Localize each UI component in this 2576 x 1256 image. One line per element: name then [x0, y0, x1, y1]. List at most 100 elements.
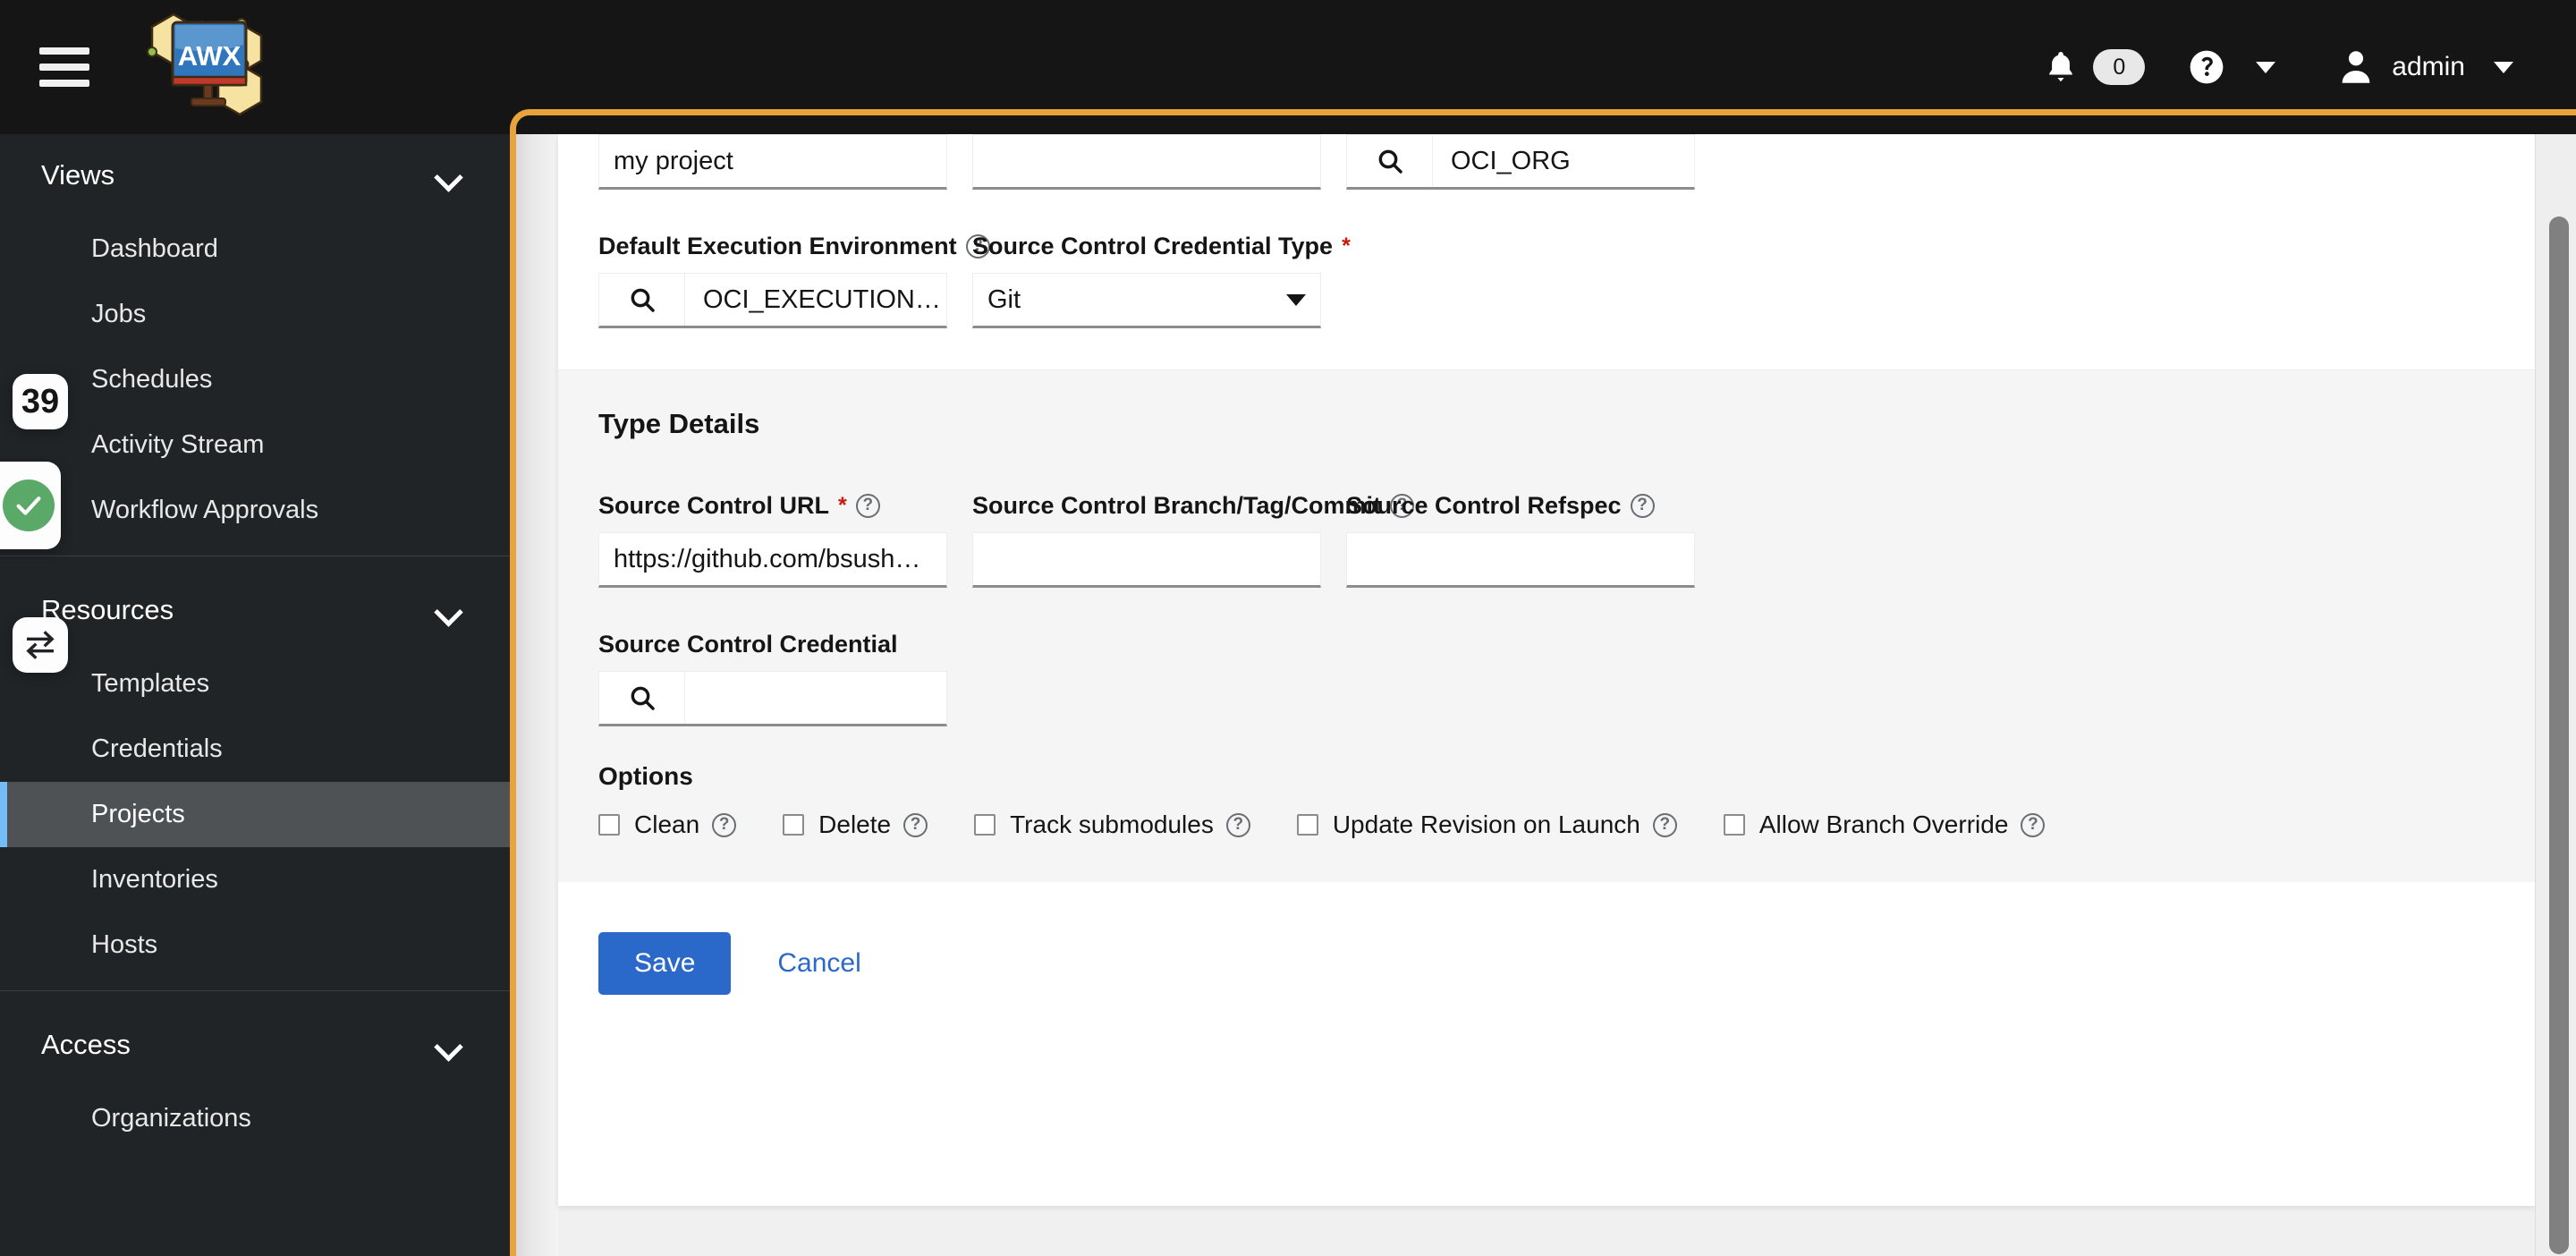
green-check-circle-icon	[3, 479, 55, 531]
options-title: Options	[598, 762, 693, 790]
sidebar-item-inventories[interactable]: Inventories	[0, 847, 510, 912]
scm-refspec-field-group: Source Control Refspec ?	[1346, 492, 1695, 588]
scm-refspec-label: Source Control Refspec ?	[1346, 492, 1695, 520]
question-circle-icon[interactable]: ?	[2021, 812, 2046, 837]
form-row-second: Default Execution Environment ? OCI_EXEC…	[558, 190, 2535, 369]
scm-credential-type-field-group: Source Control Credential Type * Git	[972, 233, 1351, 328]
user-avatar-icon	[2342, 51, 2370, 83]
sidebar-section-views-label: Views	[41, 159, 115, 191]
project-name-field-group: my project	[598, 134, 947, 190]
scm-credential-field-group: Source Control Credential	[598, 631, 947, 726]
option-track-submodules[interactable]: Track submodules ?	[974, 810, 1250, 839]
sidebar-section-access[interactable]: Access	[0, 1004, 510, 1086]
track-submodules-checkbox[interactable]	[974, 814, 996, 836]
question-circle-icon[interactable]: ?	[712, 812, 737, 837]
help-menu-caret-down-icon[interactable]	[2247, 53, 2284, 82]
question-circle-icon[interactable]: ?	[1225, 812, 1250, 837]
sidebar-item-label: Hosts	[91, 930, 158, 959]
sidebar-item-label: Credentials	[91, 734, 223, 763]
option-delete[interactable]: Delete ?	[783, 810, 928, 839]
allow-branch-override-checkbox[interactable]	[1723, 814, 1745, 836]
chevron-down-icon	[436, 1033, 460, 1057]
scm-url-value: https://github.com/bsushant-athena/ansib…	[614, 544, 932, 573]
sidebar-item-credentials[interactable]: Credentials	[0, 717, 510, 782]
type-details-section: Type Details Source Control URL * ? http…	[558, 369, 2535, 882]
content-left-edge-strip	[510, 134, 558, 1256]
project-edit-form-card: my project OCI_ORG Default Execution Env…	[558, 134, 2535, 1206]
sidebar-section-views[interactable]: Views	[0, 134, 510, 216]
required-asterisk: *	[838, 493, 847, 518]
sidebar-item-label: Dashboard	[91, 234, 218, 263]
search-icon[interactable]	[1347, 135, 1433, 187]
bell-icon[interactable]	[2034, 40, 2088, 94]
vertical-scrollbar-thumb[interactable]	[2549, 216, 2569, 1254]
option-label: Track submodules	[1010, 810, 1214, 838]
sidebar-section-resources[interactable]: Resources	[0, 569, 510, 651]
sidebar-section-access-label: Access	[41, 1029, 131, 1060]
scm-url-input[interactable]: https://github.com/bsushant-athena/ansib…	[598, 532, 947, 588]
cancel-button[interactable]: Cancel	[777, 948, 860, 979]
vertical-scrollbar-track[interactable]	[2535, 134, 2576, 1256]
sidebar-item-label: Templates	[91, 669, 210, 698]
project-organization-input[interactable]: OCI_ORG	[1346, 134, 1695, 190]
scm-credential-label-text: Source Control Credential	[598, 631, 898, 658]
project-name-input[interactable]: my project	[598, 134, 947, 190]
scm-credential-type-label: Source Control Credential Type *	[972, 233, 1351, 260]
second-row-spacer	[1346, 233, 1695, 328]
scm-credential-input[interactable]	[598, 671, 947, 726]
clean-checkbox[interactable]	[598, 814, 620, 836]
search-icon[interactable]	[599, 672, 685, 724]
sidebar-item-jobs[interactable]: Jobs	[0, 282, 510, 347]
question-circle-icon[interactable]: ?	[1652, 812, 1677, 837]
user-menu-caret-down-icon[interactable]	[2485, 53, 2522, 82]
scm-branch-input[interactable]	[972, 532, 1321, 588]
update-revision-on-launch-checkbox[interactable]	[1296, 814, 1318, 836]
question-circle-icon[interactable]: ?	[1630, 494, 1655, 518]
awx-logo[interactable]: AWX	[132, 9, 302, 125]
sidebar-item-templates[interactable]: Templates	[0, 651, 510, 717]
sidebar-divider	[0, 990, 510, 991]
notification-count-badge[interactable]: 0	[2093, 49, 2146, 85]
type-details-title: Type Details	[598, 408, 760, 439]
sidebar-item-organizations[interactable]: Organizations	[0, 1086, 510, 1151]
sidebar-item-dashboard[interactable]: Dashboard	[0, 216, 510, 282]
option-clean[interactable]: Clean ?	[598, 810, 737, 839]
search-icon[interactable]	[599, 274, 685, 326]
scm-refspec-input[interactable]	[1346, 532, 1695, 588]
execution-environment-field-group: Default Execution Environment ? OCI_EXEC…	[598, 233, 990, 328]
project-organization-value: OCI_ORG	[1451, 146, 1571, 175]
delete-checkbox[interactable]	[783, 814, 805, 836]
save-button[interactable]: Save	[598, 932, 732, 995]
overlay-swap-card[interactable]	[13, 617, 68, 673]
sidebar-item-projects[interactable]: Projects	[0, 782, 510, 847]
option-update-revision-on-launch[interactable]: Update Revision on Launch ?	[1296, 810, 1677, 839]
svg-text:AWX: AWX	[178, 40, 242, 72]
question-circle-icon[interactable]: ?	[855, 494, 880, 518]
option-label: Clean	[634, 810, 700, 838]
question-circle-icon[interactable]: ?	[903, 812, 928, 837]
sidebar-item-schedules[interactable]: Schedules	[0, 347, 510, 412]
options-checkbox-row: Clean ? Delete ? Track submodules ? Upda…	[598, 810, 2495, 839]
type-details-row-1: Source Control URL * ? https://github.co…	[598, 492, 2495, 588]
question-circle-icon[interactable]	[2186, 47, 2227, 88]
scm-url-label: Source Control URL * ?	[598, 492, 947, 520]
sidebar-item-workflow-approvals[interactable]: Workflow Approvals	[0, 478, 510, 543]
project-description-input[interactable]	[972, 134, 1321, 190]
user-menu[interactable]: admin	[2338, 48, 2465, 86]
swap-arrows-icon	[26, 631, 55, 659]
masthead-actions: 0 admin	[2034, 40, 2522, 94]
scm-credential-type-select[interactable]: Git	[972, 273, 1321, 328]
hamburger-menu-icon[interactable]	[39, 47, 89, 87]
option-allow-branch-override[interactable]: Allow Branch Override ?	[1723, 810, 2046, 839]
project-organization-field-group: OCI_ORG	[1346, 134, 1695, 190]
sidebar-item-activity-stream[interactable]: Activity Stream	[0, 412, 510, 478]
scm-url-label-text: Source Control URL	[598, 492, 830, 519]
execution-environment-input[interactable]: OCI_EXECUTION_ENVIRONMENT	[598, 273, 947, 328]
scm-branch-label-text: Source Control Branch/Tag/Commit	[972, 492, 1382, 519]
scm-credential-type-label-text: Source Control Credential Type	[972, 233, 1334, 259]
overlay-count-badge[interactable]: 39	[13, 374, 68, 429]
sidebar-navigation: Views Dashboard Jobs Schedules Activity …	[0, 134, 510, 1256]
execution-environment-label: Default Execution Environment ?	[598, 233, 990, 260]
sidebar-item-hosts[interactable]: Hosts	[0, 912, 510, 978]
overlay-status-card[interactable]	[0, 462, 61, 549]
